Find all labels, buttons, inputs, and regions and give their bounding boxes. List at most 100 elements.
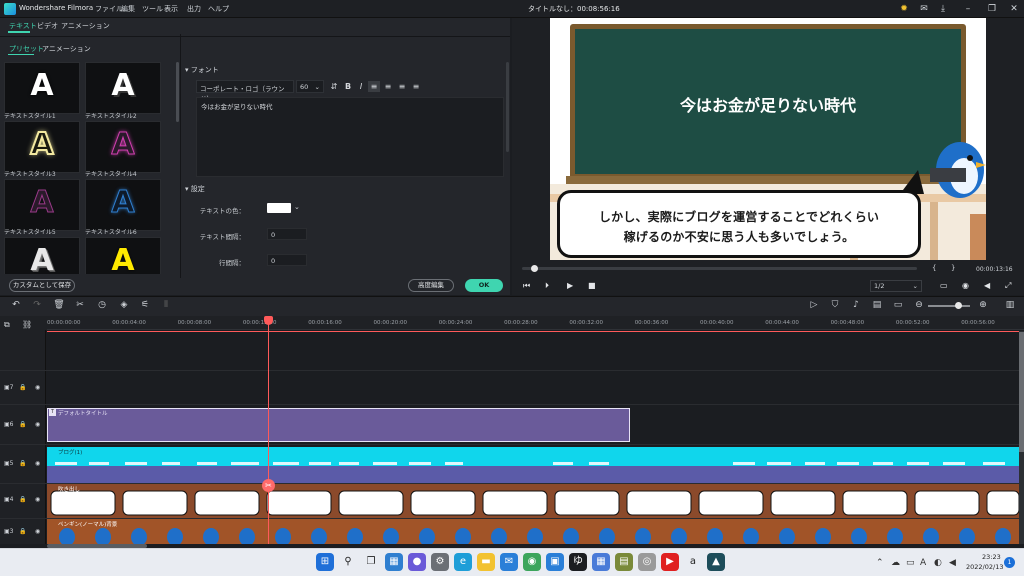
preset-tile[interactable]: A [4, 237, 80, 274]
lock-icon[interactable]: 🔒 [19, 384, 26, 391]
widgets-icon[interactable]: ▦ [385, 553, 403, 571]
scrubber-knob[interactable] [530, 265, 538, 272]
mail-icon[interactable]: ✉ [918, 3, 930, 15]
tray-expand-icon[interactable]: ⌃ [876, 558, 884, 568]
amazon-icon[interactable]: a [684, 553, 702, 571]
font-section-toggle[interactable]: ▾ フォント [185, 65, 219, 75]
preset-tile[interactable]: A [85, 237, 161, 274]
zoom-in-icon[interactable]: ⊕ [977, 300, 989, 310]
advanced-edit-button[interactable]: 高度編集 [408, 279, 454, 292]
eye-icon[interactable]: ◉ [35, 384, 40, 391]
menu-export[interactable]: 出力 [187, 4, 201, 14]
stop-icon[interactable]: ■ [588, 281, 596, 290]
settings-scrollbar[interactable] [506, 62, 509, 152]
close-icon[interactable]: ✕ [1008, 3, 1020, 15]
ime-icon[interactable]: A [920, 558, 926, 568]
text-input[interactable]: 今はお金が足りない時代 [196, 97, 504, 177]
playback-quality-select[interactable]: 1/2 ⌄ [870, 280, 922, 292]
add-track-icon[interactable]: ⧉ [4, 320, 10, 330]
delete-icon[interactable]: 🗑 [53, 300, 65, 310]
search-icon[interactable]: ⚲ [339, 553, 357, 571]
lightbulb-icon[interactable]: ✹ [898, 3, 910, 15]
title-clip[interactable] [47, 408, 630, 442]
cloud-icon[interactable]: ☁ [891, 558, 900, 568]
notepad-icon[interactable]: ▤ [615, 553, 633, 571]
speaker-icon[interactable]: ◀ [949, 558, 956, 568]
explorer-icon[interactable]: ▬ [477, 553, 495, 571]
menu-edit[interactable]: 編集 [121, 4, 135, 14]
track-4-header[interactable]: ▣4 [4, 496, 14, 503]
track-7-header[interactable]: ▣7 [4, 384, 14, 391]
eye-icon[interactable]: ◉ [35, 421, 40, 428]
lock-icon[interactable]: 🔒 [19, 528, 26, 535]
store-icon[interactable]: ▣ [546, 553, 564, 571]
preset-tile[interactable]: A [85, 121, 161, 173]
eye-icon[interactable]: ◉ [35, 496, 40, 503]
network-icon[interactable]: ◐ [934, 558, 942, 568]
zoom-out-icon[interactable]: ⊖ [913, 300, 925, 310]
marker-icon[interactable]: ⛉ [829, 300, 841, 310]
save-custom-button[interactable]: カスタムとして保存 [9, 279, 75, 292]
subtab-preset[interactable]: プリセット [9, 44, 44, 54]
preset-tile[interactable]: A [4, 121, 80, 173]
link-icon[interactable]: ⛓ [22, 320, 32, 329]
menu-view[interactable]: 表示 [164, 4, 178, 14]
mark-out-icon[interactable]: } [951, 264, 955, 272]
settings-section-toggle[interactable]: ▾ 設定 [185, 184, 205, 194]
preset-tile[interactable]: A [4, 62, 80, 114]
lock-icon[interactable]: 🔒 [19, 421, 26, 428]
redo-icon[interactable]: ↷ [31, 300, 43, 310]
volume-icon[interactable]: ◀ [984, 281, 990, 290]
align-center-icon[interactable]: ≡ [382, 81, 394, 92]
eye-icon[interactable]: ◉ [35, 460, 40, 467]
playhead-handle[interactable] [264, 316, 273, 325]
youtube-icon[interactable]: ▶ [661, 553, 679, 571]
menu-tools[interactable]: ツール [142, 4, 163, 14]
battery-icon[interactable]: ▭ [906, 558, 915, 568]
chevron-down-icon[interactable]: ⌄ [294, 203, 300, 211]
step-play-icon[interactable]: ⏵ [545, 281, 549, 291]
minimize-icon[interactable]: – [962, 3, 974, 15]
ok-button[interactable]: OK [465, 279, 503, 292]
restore-icon[interactable]: ❐ [986, 3, 998, 15]
cut-icon[interactable]: ✂ [74, 300, 86, 310]
tab-animation[interactable]: アニメーション [61, 21, 110, 31]
align-right-icon[interactable]: ≡ [396, 81, 408, 92]
mark-in-icon[interactable]: { [932, 264, 936, 272]
clock-date[interactable]: 2022/02/13 [966, 563, 1003, 571]
track-5-header[interactable]: ▣5 [4, 460, 14, 467]
undo-icon[interactable]: ↶ [10, 300, 22, 310]
mail-app-icon[interactable]: ✉ [500, 553, 518, 571]
preset-tile[interactable]: A [85, 179, 161, 231]
lock-icon[interactable]: 🔒 [19, 460, 26, 467]
app2-icon[interactable]: ◎ [638, 553, 656, 571]
subtab-animation[interactable]: アニメーション [42, 44, 91, 54]
display-icon[interactable]: ▭ [940, 281, 948, 290]
task-view-icon[interactable]: ❐ [362, 553, 380, 571]
menu-help[interactable]: ヘルプ [208, 4, 229, 14]
bold-button[interactable]: B [342, 81, 354, 92]
audio-mix-icon[interactable]: ▤ [871, 300, 883, 310]
split-icon[interactable]: ⫴ [160, 300, 172, 310]
speed-icon[interactable]: ◷ [96, 300, 108, 310]
italic-button[interactable]: I [355, 81, 367, 92]
preset-tile[interactable]: A [85, 62, 161, 114]
settings-icon[interactable]: ⚙ [431, 553, 449, 571]
align-justify-icon[interactable]: ≡ [410, 81, 422, 92]
photos-icon[interactable]: ゆ [569, 553, 587, 571]
playhead[interactable] [268, 316, 269, 544]
track-3-header[interactable]: ▣3 [4, 528, 14, 535]
microphone-icon[interactable]: ♪ [850, 300, 862, 310]
timeline-vertical-scrollbar[interactable] [1019, 332, 1024, 452]
fullscreen-icon[interactable]: ⤢ [1005, 281, 1011, 291]
line-spacing-input[interactable]: 0 [267, 254, 307, 266]
play-icon[interactable]: ▶ [567, 281, 573, 290]
font-select[interactable]: コーポレート・ロゴ（ラウンド）⌄ [196, 80, 294, 103]
windows-start-icon[interactable]: ⊞ [316, 553, 334, 571]
scissors-icon[interactable]: ✂ [262, 479, 275, 492]
zoom-slider[interactable] [928, 305, 970, 307]
chat-icon[interactable]: ● [408, 553, 426, 571]
eye-icon[interactable]: ◉ [35, 528, 40, 535]
preset-scrollbar[interactable] [176, 62, 179, 122]
font-size-select[interactable]: 60 ⌄ [296, 80, 324, 93]
